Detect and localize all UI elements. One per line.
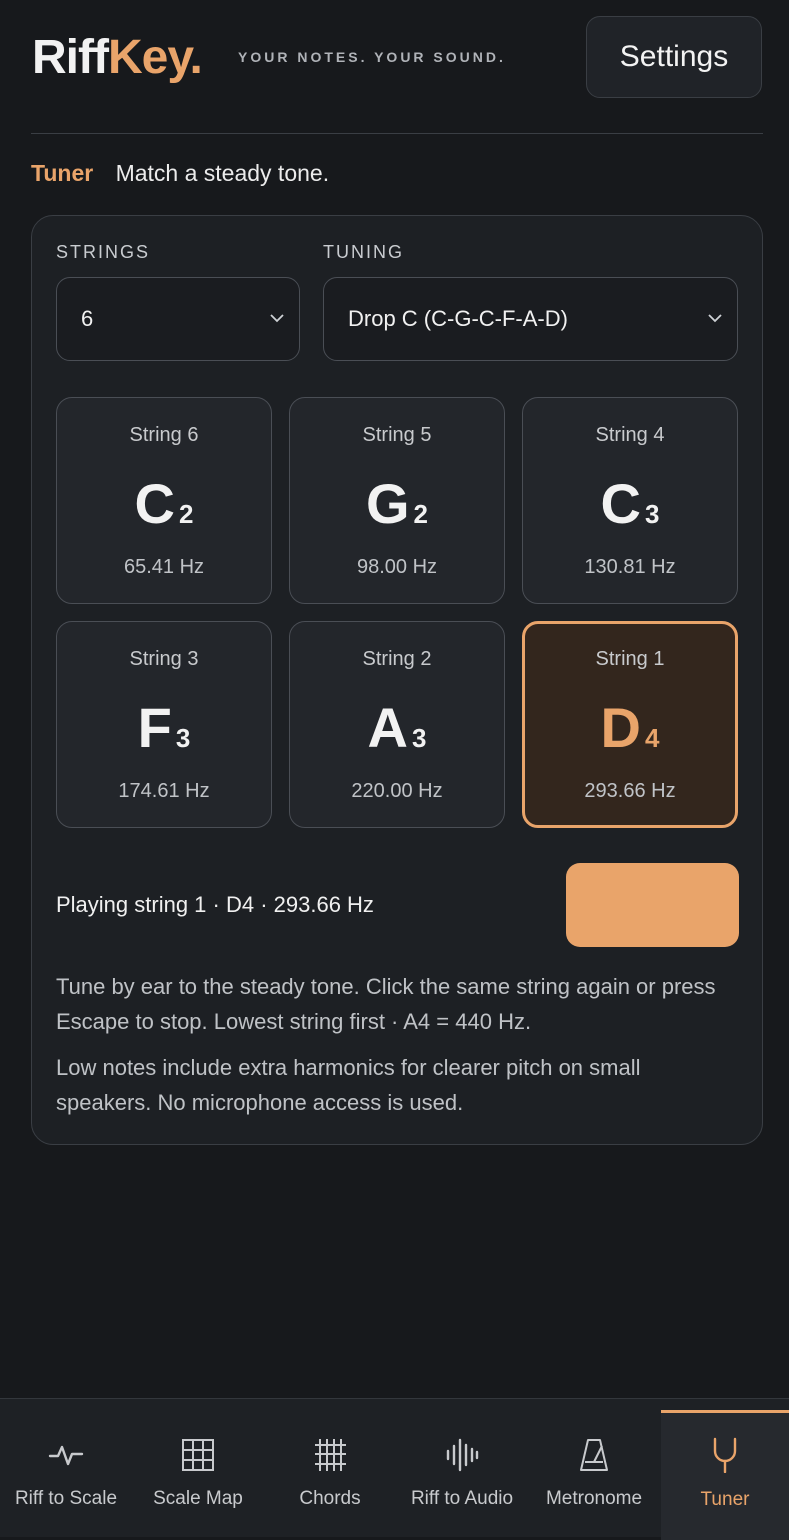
- grid-icon: [182, 1439, 214, 1471]
- nav-label: Riff to Scale: [14, 1488, 118, 1509]
- tuning-select[interactable]: Drop C (C-G-C-F-A-D): [323, 277, 738, 361]
- settings-button[interactable]: Settings: [586, 16, 762, 98]
- note-octave: 4: [644, 723, 660, 753]
- string-label: String 4: [595, 424, 665, 446]
- string-button-6[interactable]: String 6 C2 65.41 Hz: [56, 397, 272, 604]
- app-header: RiffKey. YOUR NOTES. YOUR SOUND. Setting…: [0, 0, 789, 134]
- string-label: String 2: [362, 648, 432, 670]
- string-note: D4: [525, 696, 735, 770]
- chevron-down-icon: [708, 314, 722, 323]
- strings-select[interactable]: 6: [56, 277, 300, 361]
- stop-button[interactable]: [566, 863, 739, 947]
- nav-riff-to-scale[interactable]: Riff to Scale: [0, 1399, 132, 1537]
- logo-riff: Riff: [32, 31, 109, 84]
- tuning-fork-icon: [713, 1437, 737, 1473]
- playing-status: Playing string 1 · D4 · 293.66 Hz: [56, 892, 374, 917]
- waveform-icon: [446, 1438, 479, 1472]
- nav-label: Chords: [299, 1488, 361, 1509]
- string-note: C2: [57, 472, 271, 546]
- nav-label: Metronome: [545, 1488, 643, 1509]
- nav-label: Tuner: [700, 1489, 750, 1510]
- logo[interactable]: RiffKey.: [32, 30, 203, 86]
- string-note: C3: [523, 472, 737, 546]
- note-octave: 3: [644, 499, 660, 529]
- note-letter: D: [600, 696, 641, 759]
- string-label: String 3: [129, 648, 199, 670]
- string-button-2[interactable]: String 2 A3 220.00 Hz: [289, 621, 505, 828]
- string-frequency: 174.61 Hz: [118, 780, 210, 802]
- string-note: G2: [290, 472, 504, 546]
- string-button-4[interactable]: String 4 C3 130.81 Hz: [522, 397, 738, 604]
- string-button-3[interactable]: String 3 F3 174.61 Hz: [56, 621, 272, 828]
- note-letter: F: [137, 696, 172, 759]
- nav-scale-map[interactable]: Scale Map: [132, 1399, 264, 1537]
- tuner-card: STRINGS TUNING 6 Drop C (C-G-C-F-A-D) St…: [31, 215, 763, 1145]
- string-button-5[interactable]: String 5 G2 98.00 Hz: [289, 397, 505, 604]
- nav-label: Scale Map: [153, 1488, 243, 1509]
- string-frequency: 220.00 Hz: [351, 780, 443, 802]
- string-label: String 1: [595, 648, 665, 670]
- nav-chords[interactable]: Chords: [264, 1399, 396, 1537]
- pulse-icon: [48, 1445, 84, 1466]
- note-octave: 2: [178, 499, 194, 529]
- string-frequency: 130.81 Hz: [584, 556, 676, 578]
- section-name: Tuner: [31, 160, 94, 186]
- tuning-label: TUNING: [323, 242, 404, 262]
- logo-key: Key.: [107, 31, 203, 84]
- string-note: A3: [290, 696, 504, 770]
- bottom-nav: Riff to Scale Scale Map Chords Riff to A…: [0, 1398, 789, 1540]
- note-octave: 2: [413, 499, 429, 529]
- tuning-select-value: Drop C (C-G-C-F-A-D): [348, 306, 568, 331]
- string-note: F3: [57, 696, 271, 770]
- note-letter: C: [134, 472, 175, 535]
- chevron-down-icon: [270, 314, 284, 323]
- header-divider: [31, 133, 763, 134]
- string-frequency: 293.66 Hz: [584, 780, 676, 802]
- help-text-2: Low notes include extra harmonics for cl…: [56, 1055, 641, 1115]
- tagline: YOUR NOTES. YOUR SOUND.: [238, 49, 506, 65]
- string-label: String 5: [362, 424, 432, 446]
- nav-tuner[interactable]: Tuner: [661, 1410, 789, 1540]
- section-title: Tuner Match a steady tone.: [31, 160, 329, 187]
- note-letter: C: [600, 472, 641, 535]
- strings-select-value: 6: [81, 306, 94, 331]
- nav-metronome[interactable]: Metronome: [528, 1399, 660, 1537]
- help-text-1: Tune by ear to the steady tone. Click th…: [56, 974, 716, 1034]
- note-letter: G: [365, 472, 410, 535]
- section-subtitle: Match a steady tone.: [115, 160, 330, 186]
- string-label: String 6: [129, 424, 199, 446]
- nav-label: Riff to Audio: [410, 1488, 514, 1509]
- note-octave: 3: [411, 723, 427, 753]
- note-letter: A: [367, 696, 408, 759]
- string-frequency: 65.41 Hz: [123, 556, 205, 578]
- strings-label: STRINGS: [56, 242, 151, 262]
- fretboard-icon: [315, 1439, 346, 1471]
- string-button-1[interactable]: String 1 D4 293.66 Hz: [522, 621, 738, 828]
- nav-riff-to-audio[interactable]: Riff to Audio: [396, 1399, 528, 1537]
- note-octave: 3: [175, 723, 191, 753]
- string-frequency: 98.00 Hz: [356, 556, 438, 578]
- metronome-icon: [580, 1439, 608, 1471]
